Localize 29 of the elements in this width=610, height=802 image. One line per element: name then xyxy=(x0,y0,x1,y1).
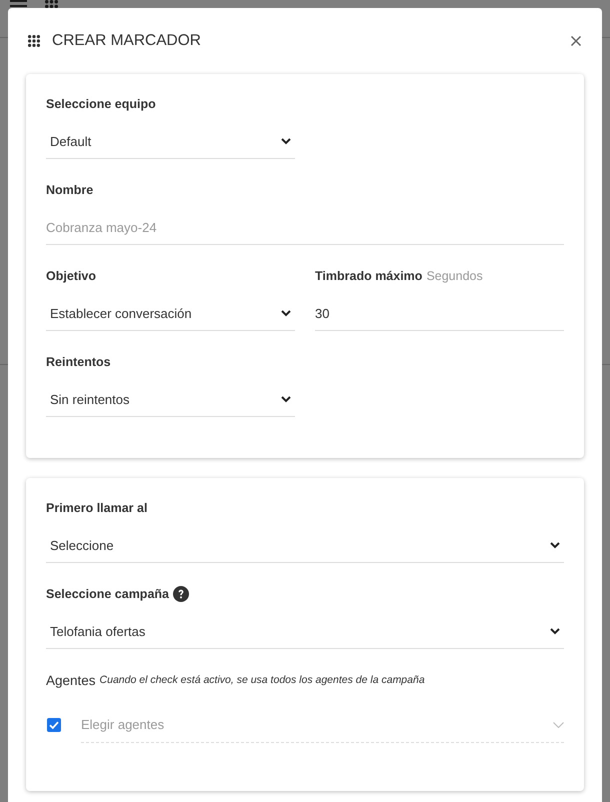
help-icon[interactable] xyxy=(172,586,189,602)
field-label: Seleccione campaña xyxy=(46,587,169,601)
field-label: Objetivo xyxy=(46,269,96,283)
close-button[interactable] xyxy=(570,35,582,47)
select-field[interactable]: Default xyxy=(46,125,295,159)
chevron-down-icon xyxy=(281,138,291,145)
field-label: Reintentos xyxy=(46,355,111,369)
select-field[interactable]: Telofania ofertas xyxy=(46,615,564,649)
field-label: Seleccione equipo xyxy=(46,97,156,111)
grid-icon xyxy=(28,35,40,47)
select-field[interactable]: Sin reintentos xyxy=(46,383,295,417)
checkbox[interactable] xyxy=(47,718,61,732)
unit-hint: Segundos xyxy=(426,269,483,283)
close-icon xyxy=(571,36,581,46)
select-field[interactable]: Seleccione xyxy=(46,529,564,563)
hint-text: Cuando el check está activo, se usa todos los agentes de la campaña xyxy=(100,674,425,686)
dialog-title: CREAR MARCADOR xyxy=(52,31,201,51)
text-input[interactable]: Cobranza mayo-24 xyxy=(46,211,564,245)
field-label: Timbrado máximo xyxy=(315,269,422,283)
chevron-down-icon xyxy=(550,542,560,549)
chevron-down-icon xyxy=(553,722,564,728)
text-input[interactable]: 30 xyxy=(315,297,564,331)
chevron-down-icon xyxy=(281,396,291,403)
field-label: Primero llamar al xyxy=(46,501,148,515)
field-label: Nombre xyxy=(46,183,94,197)
chevron-down-icon xyxy=(281,310,291,317)
select-field[interactable]: Establecer conversación xyxy=(46,297,295,331)
field-label: Agentes xyxy=(46,672,96,688)
chevron-down-icon xyxy=(550,628,560,635)
